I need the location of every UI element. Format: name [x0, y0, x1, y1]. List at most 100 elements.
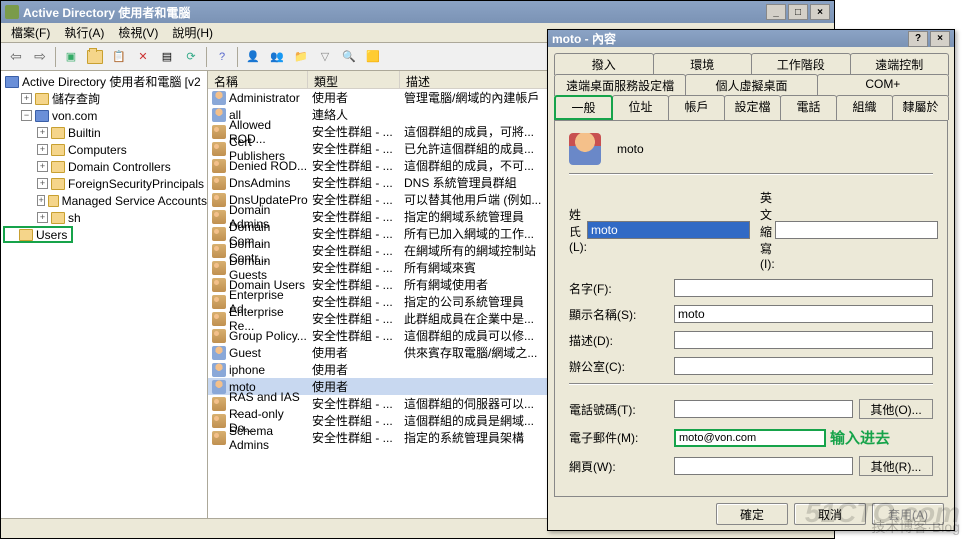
help-button[interactable]: ? — [211, 46, 233, 68]
folder-icon — [51, 161, 65, 173]
expander-icon[interactable]: − — [21, 110, 32, 121]
tab-address[interactable]: 位址 — [612, 95, 669, 120]
tab-row-1: 撥入 環境 工作階段 遠端控制 — [554, 53, 948, 75]
web-other-button[interactable]: 其他(R)... — [859, 456, 933, 476]
new-user-button[interactable]: 👤 — [242, 46, 264, 68]
expander-icon[interactable]: + — [37, 178, 48, 189]
tab-env[interactable]: 環境 — [653, 53, 753, 75]
find-button[interactable]: 🔍 — [338, 46, 360, 68]
surname-label: 姓氏(L): — [569, 206, 587, 254]
tree-foreign-security[interactable]: +ForeignSecurityPrincipals — [3, 175, 207, 192]
expander-icon[interactable]: + — [37, 161, 48, 172]
tree-domain-controllers[interactable]: +Domain Controllers — [3, 158, 207, 175]
displayname-input[interactable] — [674, 305, 933, 323]
refresh-button[interactable]: ⟳ — [180, 46, 202, 68]
expander-icon[interactable]: + — [37, 127, 48, 138]
folder-button[interactable] — [84, 46, 106, 68]
apply-button[interactable]: 套用(A) — [872, 503, 944, 525]
tab-complus[interactable]: COM+ — [817, 74, 949, 96]
tree-root[interactable]: Active Directory 使用者和電腦 [v2 — [3, 73, 207, 90]
email-input[interactable] — [674, 429, 826, 447]
filter-button[interactable]: ▽ — [314, 46, 336, 68]
toolbar-sep3 — [237, 47, 238, 67]
maximize-button[interactable]: □ — [788, 4, 808, 20]
close-button[interactable]: × — [930, 31, 950, 47]
delete-button[interactable]: ✕ — [132, 46, 154, 68]
expander-icon[interactable]: + — [21, 93, 32, 104]
tree-saved-queries[interactable]: +儲存查詢 — [3, 90, 207, 107]
tab-org[interactable]: 組織 — [836, 95, 893, 120]
header-type[interactable]: 類型 — [308, 71, 400, 88]
tab-sessions[interactable]: 工作階段 — [751, 53, 851, 75]
domain-icon — [35, 110, 49, 122]
tab-general[interactable]: 一般 — [554, 95, 613, 120]
tab-profile[interactable]: 設定檔 — [724, 95, 781, 120]
group-icon — [212, 414, 226, 428]
clipboard-button[interactable]: 📋 — [108, 46, 130, 68]
phone-other-button[interactable]: 其他(O)... — [859, 399, 933, 419]
tree-computers[interactable]: +Computers — [3, 141, 207, 158]
tree-domain[interactable]: −von.com — [3, 107, 207, 124]
menu-action[interactable]: 執行(A) — [58, 22, 110, 43]
expander-icon[interactable]: + — [37, 212, 48, 223]
dialog-title: moto - 內容 — [552, 30, 908, 47]
firstname-input[interactable] — [674, 279, 933, 297]
expander-icon[interactable]: + — [37, 195, 45, 206]
tree-pane[interactable]: Active Directory 使用者和電腦 [v2 +儲存查詢 −von.c… — [1, 71, 208, 518]
tab-remote-control[interactable]: 遠端控制 — [850, 53, 950, 75]
row-type: 安全性群組 - ... — [308, 429, 400, 446]
tree-users[interactable]: Users — [3, 226, 73, 243]
folder-icon — [87, 50, 103, 64]
new-ou-button[interactable]: 📁 — [290, 46, 312, 68]
tree-managed-accounts[interactable]: +Managed Service Accounts — [3, 192, 207, 209]
back-button[interactable]: ⇦ — [5, 46, 27, 68]
row-type: 安全性群組 - ... — [308, 395, 400, 412]
tree-builtin[interactable]: +Builtin — [3, 124, 207, 141]
cancel-button[interactable]: 取消 — [794, 503, 866, 525]
tree-sh[interactable]: +sh — [3, 209, 207, 226]
group-icon — [212, 278, 226, 292]
row-type: 安全性群組 - ... — [308, 293, 400, 310]
dialog-buttons: 確定 取消 套用(A) — [548, 503, 954, 535]
ok-button[interactable]: 確定 — [716, 503, 788, 525]
folder-icon — [51, 178, 65, 190]
phone-input[interactable] — [674, 400, 853, 418]
main-title: Active Directory 使用者和電腦 — [23, 4, 766, 21]
help-button[interactable]: ? — [908, 31, 928, 47]
forward-button[interactable]: ⇨ — [29, 46, 51, 68]
row-type: 安全性群組 - ... — [308, 225, 400, 242]
tab-pvd[interactable]: 個人虛擬桌面 — [685, 74, 817, 96]
tab-account[interactable]: 帳戶 — [668, 95, 725, 120]
more-button[interactable]: 🟨 — [362, 46, 384, 68]
minimize-button[interactable]: _ — [766, 4, 786, 20]
initials-input[interactable] — [775, 221, 938, 239]
menu-file[interactable]: 檔案(F) — [5, 22, 56, 43]
menu-help[interactable]: 說明(H) — [166, 22, 219, 43]
group-icon — [212, 125, 226, 139]
group-icon — [212, 227, 226, 241]
tab-phone[interactable]: 電話 — [780, 95, 837, 120]
folder-icon — [51, 144, 65, 156]
description-input[interactable] — [674, 331, 933, 349]
header-name[interactable]: 名稱 — [208, 71, 308, 88]
new-group-button[interactable]: 👥 — [266, 46, 288, 68]
web-input[interactable] — [674, 457, 853, 475]
tab-rd-profile[interactable]: 遠端桌面服務設定檔 — [554, 74, 686, 96]
web-label: 網頁(W): — [569, 458, 674, 475]
close-button[interactable]: × — [810, 4, 830, 20]
up-button[interactable]: ▣ — [60, 46, 82, 68]
surname-input[interactable] — [587, 221, 750, 239]
group-icon — [212, 244, 226, 258]
row-name: Schema Admins — [229, 424, 308, 452]
office-input[interactable] — [674, 357, 933, 375]
tabs-area: 撥入 環境 工作階段 遠端控制 遠端桌面服務設定檔 個人虛擬桌面 COM+ 一般… — [548, 47, 954, 120]
row-type: 使用者 — [308, 378, 400, 395]
expander-icon[interactable]: + — [37, 144, 48, 155]
menu-view[interactable]: 檢視(V) — [112, 22, 164, 43]
properties-dialog: moto - 內容 ? × 撥入 環境 工作階段 遠端控制 遠端桌面服務設定檔 … — [547, 29, 955, 531]
row-type: 安全性群組 - ... — [308, 123, 400, 140]
tab-dialin[interactable]: 撥入 — [554, 53, 654, 75]
tab-memberof[interactable]: 隸屬於 — [892, 95, 949, 120]
properties-button[interactable]: ▤ — [156, 46, 178, 68]
user-icon — [212, 363, 226, 377]
